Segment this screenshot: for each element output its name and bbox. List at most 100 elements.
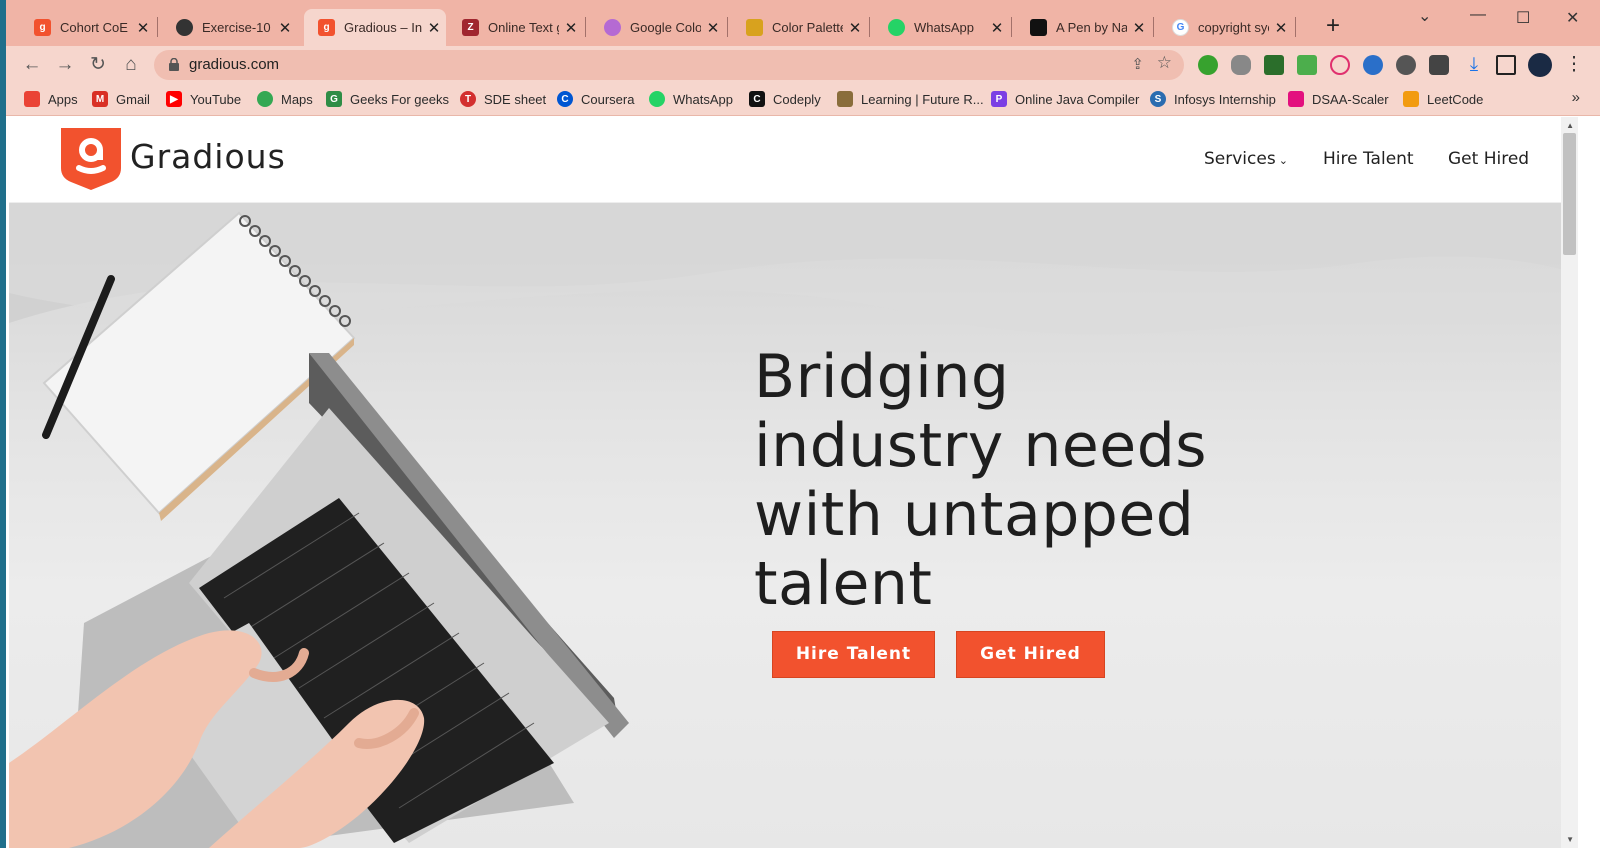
bookmark-infosys[interactable]: S Infosys Internship xyxy=(1150,91,1276,107)
bookmark-leetcode[interactable]: LeetCode xyxy=(1403,91,1483,107)
sidepanel-icon[interactable] xyxy=(1496,55,1516,75)
tab-separator xyxy=(1295,17,1296,37)
close-icon[interactable]: ✕ xyxy=(1269,19,1293,37)
tab-title: Online Text ge xyxy=(488,20,559,35)
puzzle-extension-icon[interactable] xyxy=(1429,55,1449,75)
codepen-icon xyxy=(1030,19,1047,36)
close-icon[interactable]: ✕ xyxy=(985,19,1009,37)
tab-separator xyxy=(1153,17,1154,37)
bookmark-gmail[interactable]: M Gmail xyxy=(92,91,150,107)
zeta-icon: Z xyxy=(462,19,479,36)
tuf-icon: T xyxy=(460,91,476,107)
bookmark-scaler[interactable]: DSAA-Scaler xyxy=(1288,91,1389,107)
nav-services[interactable]: Services ⌄ xyxy=(1204,149,1288,169)
home-button[interactable]: ⌂ xyxy=(119,53,143,77)
close-icon[interactable]: ✕ xyxy=(131,19,155,37)
hero-hire-talent-button[interactable]: Hire Talent xyxy=(772,631,935,678)
maps-pin-icon xyxy=(257,91,273,107)
play-extension-icon[interactable] xyxy=(1330,55,1350,75)
java-compiler-icon: P xyxy=(991,91,1007,107)
bug-extension-icon[interactable] xyxy=(1231,55,1251,75)
dots-extension-icon[interactable] xyxy=(1363,55,1383,75)
tab-title: Cohort CoE 14 xyxy=(60,20,131,35)
bookmark-gfg[interactable]: G Geeks For geeks xyxy=(326,91,449,107)
tab-title: copyright syol xyxy=(1198,20,1269,35)
tab-separator xyxy=(727,17,728,37)
gradious-shield-icon: g xyxy=(34,19,51,36)
globe-icon xyxy=(176,19,193,36)
close-icon[interactable]: ✕ xyxy=(422,19,446,37)
tab-separator xyxy=(1011,17,1012,37)
chevron-down-icon: ⌄ xyxy=(1278,154,1288,167)
minimize-button[interactable]: — xyxy=(1470,6,1486,24)
hero-get-hired-button[interactable]: Get Hired xyxy=(956,631,1105,678)
profile-avatar[interactable] xyxy=(1528,53,1552,77)
share-icon[interactable]: ⇪ xyxy=(1131,55,1144,73)
url-text[interactable]: gradious.com xyxy=(189,56,279,73)
reload-button[interactable]: ↻ xyxy=(86,53,110,77)
plus-extension-icon[interactable] xyxy=(1198,55,1218,75)
bookmark-coursera[interactable]: C Coursera xyxy=(557,91,634,107)
bookmark-sde-sheet[interactable]: T SDE sheet xyxy=(460,91,546,107)
tab-cohort[interactable]: g Cohort CoE 14 ✕ xyxy=(20,9,155,46)
tab-exercise[interactable]: Exercise-10 ✕ xyxy=(162,9,297,46)
page-scrollbar[interactable]: ▲ ▼ xyxy=(1561,117,1578,848)
back-button[interactable]: ← xyxy=(20,53,44,77)
tab-title: Google Color xyxy=(630,20,701,35)
bookmark-java-compiler[interactable]: P Online Java Compiler xyxy=(991,91,1139,107)
address-bar[interactable]: gradious.com ⇪ ☆ xyxy=(154,50,1184,80)
chrome-menu-button[interactable]: ⋮ xyxy=(1562,53,1586,77)
gmail-icon: M xyxy=(92,91,108,107)
site-header: Gradious Services ⌄ Hire Talent Get Hired xyxy=(9,117,1578,203)
bookmark-apps[interactable]: Apps xyxy=(24,91,78,107)
gradious-shield-icon: g xyxy=(318,19,335,36)
grey-extension-icon[interactable] xyxy=(1396,55,1416,75)
nav-get-hired[interactable]: Get Hired xyxy=(1448,149,1529,169)
hero-headline: Bridging industry needs with untapped ta… xyxy=(754,342,1208,619)
close-window-button[interactable]: ✕ xyxy=(1566,8,1579,28)
tab-whatsapp[interactable]: WhatsApp ✕ xyxy=(874,9,1009,46)
tab-separator xyxy=(157,17,158,37)
bookmarks-overflow-button[interactable]: » xyxy=(1572,89,1580,106)
brand-name[interactable]: Gradious xyxy=(130,137,286,176)
close-icon[interactable]: ✕ xyxy=(701,19,725,37)
apps-grid-icon xyxy=(24,91,40,107)
tab-google-color[interactable]: Google Color ✕ xyxy=(590,9,725,46)
bookmark-maps[interactable]: Maps xyxy=(257,91,313,107)
html-extension-icon[interactable] xyxy=(1264,55,1284,75)
nav-hire-talent[interactable]: Hire Talent xyxy=(1323,149,1414,169)
tab-strip: g Cohort CoE 14 ✕ Exercise-10 ✕ g Gradio… xyxy=(6,0,1600,46)
lock-icon xyxy=(169,58,179,71)
scroll-down-arrow-icon[interactable]: ▼ xyxy=(1566,835,1574,844)
download-icon[interactable]: ⤓ xyxy=(1462,53,1486,77)
tab-google-search[interactable]: G copyright syol ✕ xyxy=(1158,9,1293,46)
scroll-up-arrow-icon[interactable]: ▲ xyxy=(1566,121,1574,130)
close-icon[interactable]: ✕ xyxy=(273,19,297,37)
forward-button[interactable]: → xyxy=(53,53,77,77)
leetcode-icon xyxy=(1403,91,1419,107)
tab-online-text[interactable]: Z Online Text ge ✕ xyxy=(448,9,583,46)
checklist-extension-icon[interactable] xyxy=(1297,55,1317,75)
close-icon[interactable]: ✕ xyxy=(843,19,867,37)
maximize-button[interactable]: ☐ xyxy=(1516,8,1530,28)
tab-separator xyxy=(585,17,586,37)
close-icon[interactable]: ✕ xyxy=(1127,19,1151,37)
youtube-icon: ▶ xyxy=(166,91,182,107)
close-icon[interactable]: ✕ xyxy=(559,19,583,37)
tab-codepen[interactable]: A Pen by Nag ✕ xyxy=(1016,9,1151,46)
bookmark-star-icon[interactable]: ☆ xyxy=(1157,53,1172,73)
tab-search-chevron-icon[interactable]: ⌄ xyxy=(1418,6,1431,26)
bookmark-youtube[interactable]: ▶ YouTube xyxy=(166,91,241,107)
tab-title: Gradious – Ind xyxy=(344,20,422,35)
tab-color-palette[interactable]: Color Palette ✕ xyxy=(732,9,867,46)
bookmark-codeply[interactable]: C Codeply xyxy=(749,91,821,107)
tab-title: A Pen by Nag xyxy=(1056,20,1127,35)
scrollbar-thumb[interactable] xyxy=(1563,133,1576,255)
bookmark-learning[interactable]: Learning | Future R... xyxy=(837,91,984,107)
new-tab-button[interactable]: + xyxy=(1326,14,1340,38)
bookmark-whatsapp[interactable]: WhatsApp xyxy=(649,91,733,107)
tab-gradious[interactable]: g Gradious – Ind ✕ xyxy=(304,9,446,46)
gradious-logo-icon[interactable] xyxy=(61,128,121,190)
codeply-icon: C xyxy=(749,91,765,107)
browser-toolbar: ← → ↻ ⌂ gradious.com ⇪ ☆ ⤓ ⋮ xyxy=(6,46,1600,84)
